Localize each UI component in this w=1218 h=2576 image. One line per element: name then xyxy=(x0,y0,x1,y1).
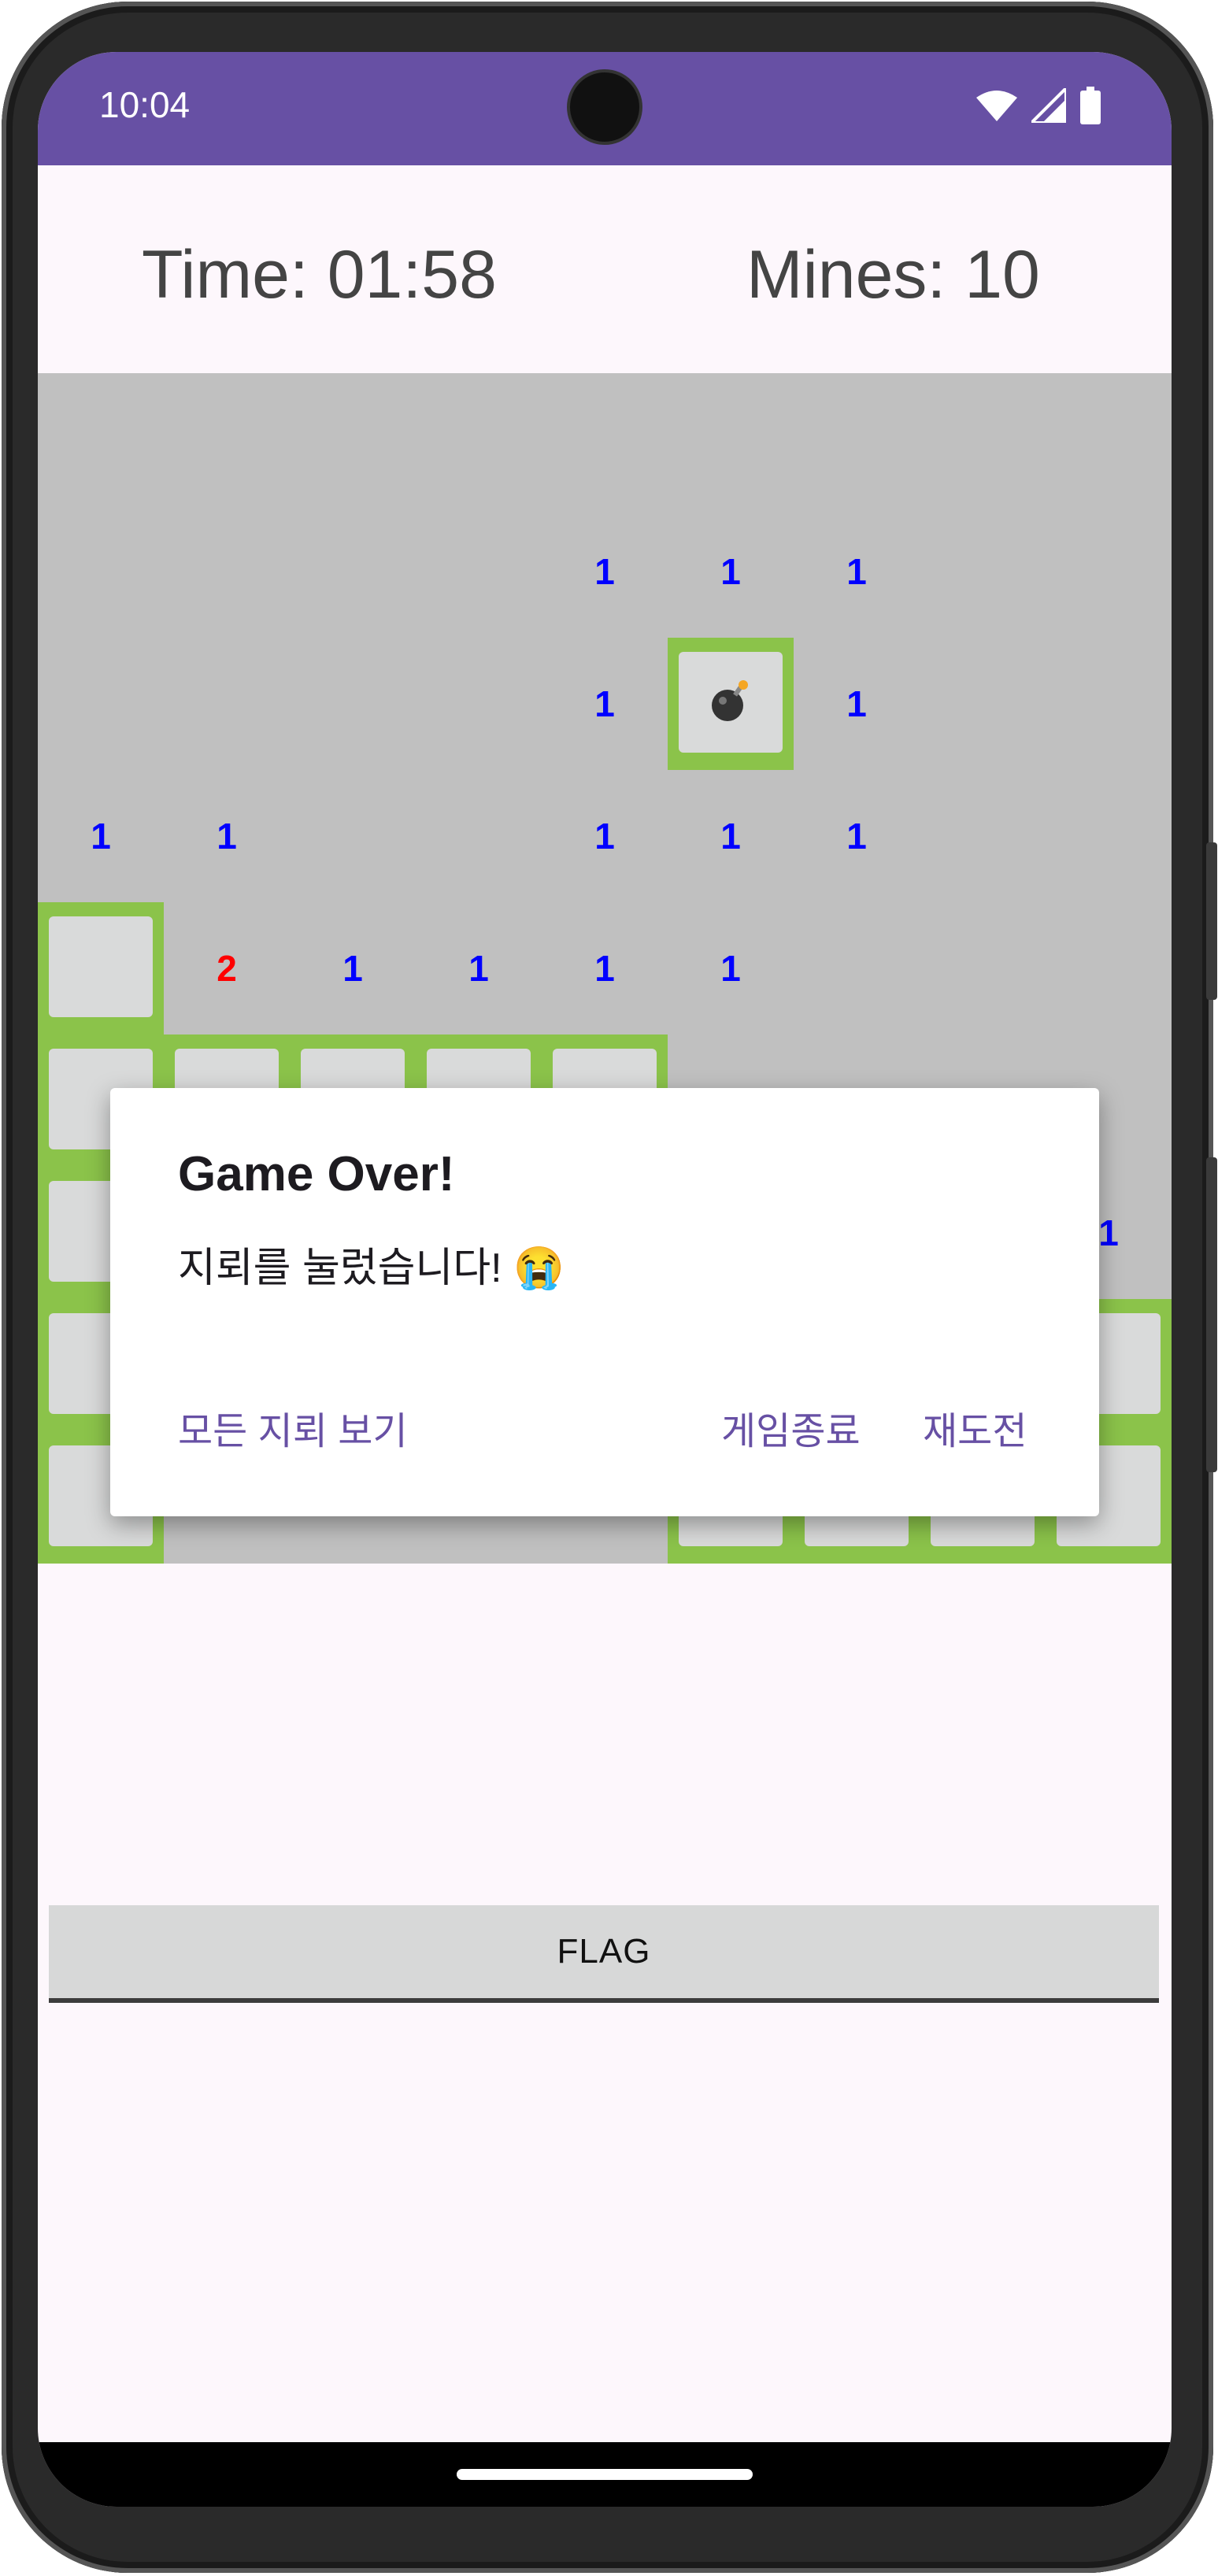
retry-button[interactable]: 재도전 xyxy=(923,1400,1027,1455)
flag-button[interactable]: FLAG xyxy=(49,1905,1159,2003)
show-all-mines-button[interactable]: 모든 지뢰 보기 xyxy=(178,1400,408,1455)
game-over-dialog: Game Over! 지뢰를 눌렀습니다! 😭 모든 지뢰 보기 게임종료 재도… xyxy=(110,1088,1099,1516)
quit-game-button[interactable]: 게임종료 xyxy=(721,1400,861,1455)
screen: 10:04 Time: 01:58 Mines: 10 111111111121… xyxy=(38,52,1172,2507)
phone-device: 10:04 Time: 01:58 Mines: 10 111111111121… xyxy=(0,0,1218,2576)
home-indicator[interactable] xyxy=(457,2469,753,2480)
dialog-message: 지뢰를 눌렀습니다! 😭 xyxy=(178,1245,565,1291)
dialog-title: Game Over! xyxy=(178,1147,455,1201)
volume-button xyxy=(1206,1157,1217,1472)
power-button xyxy=(1206,842,1217,1000)
